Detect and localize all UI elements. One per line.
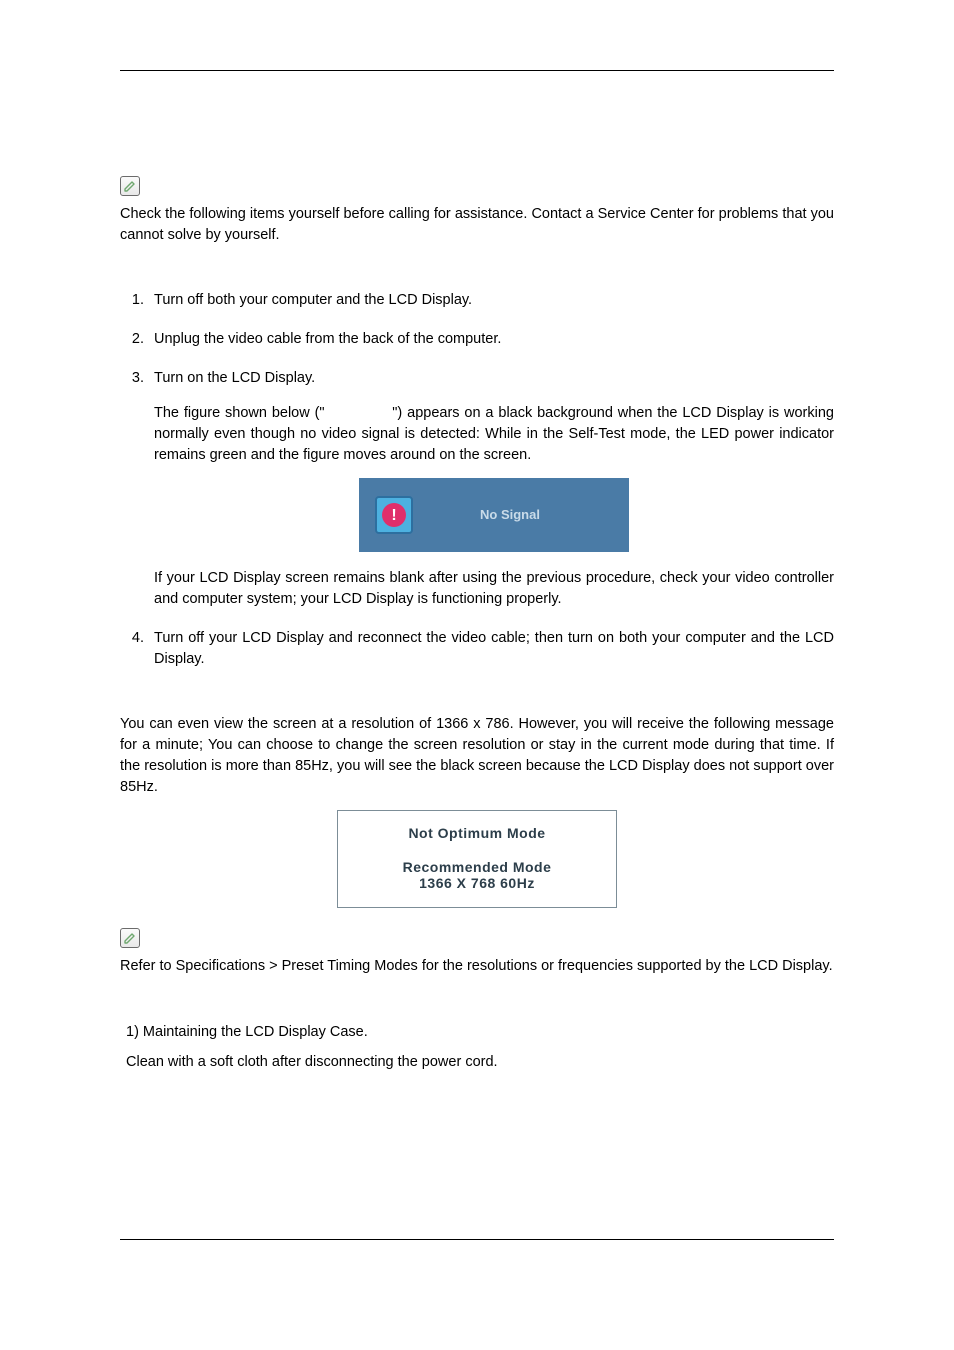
divider-top	[120, 70, 834, 71]
not-optimum-paragraph: You can even view the screen at a resolu…	[120, 714, 834, 798]
alert-icon: !	[382, 503, 406, 527]
section-title-self-test: Self-Test Feature Check	[120, 147, 834, 164]
steps-list: Turn off both your computer and the LCD …	[120, 290, 834, 670]
note-label: Note	[148, 178, 179, 194]
note-icon	[120, 928, 140, 948]
step-3-para1: The figure shown below ("No Signal") app…	[154, 403, 834, 466]
step-1-text: Turn off both your computer and the LCD …	[154, 292, 472, 308]
step-1: Turn off both your computer and the LCD …	[148, 290, 834, 311]
subhead-not-optimum: Not Optimum Mode	[120, 688, 834, 704]
step-3: Turn on the LCD Display. The figure show…	[148, 368, 834, 610]
step-3-para1-a: The figure shown below ("	[154, 405, 325, 421]
step-2: Unplug the video cable from the back of …	[148, 329, 834, 350]
maintenance-item-1: 1) Maintaining the LCD Display Case.	[126, 1024, 834, 1040]
figure-not-optimum: Not Optimum Mode Recommended Mode 1366 X…	[337, 810, 617, 908]
step-3-text: Turn on the LCD Display.	[154, 370, 315, 386]
not-optimum-line2: Recommended Mode	[348, 859, 606, 875]
note-icon	[120, 176, 140, 196]
subhead-self-test-check: Self-Test Feature Check	[120, 264, 834, 280]
section-title-maintenance: Maintenance and Cleaning	[120, 997, 834, 1014]
page-header-right: Troubleshooting	[120, 101, 834, 117]
step-4-text: Turn off your LCD Display and reconnect …	[154, 630, 834, 667]
step-4: Turn off your LCD Display and reconnect …	[148, 628, 834, 670]
note-row-2: Note	[120, 928, 834, 948]
step-2-text: Unplug the video cable from the back of …	[154, 331, 501, 347]
not-optimum-line1: Not Optimum Mode	[348, 825, 606, 841]
step-3-para2: If your LCD Display screen remains blank…	[154, 568, 834, 610]
intro-paragraph: Check the following items yourself befor…	[120, 204, 834, 246]
figure-no-signal: ! No Signal	[359, 478, 629, 552]
step-3-inline-no-signal: No Signal	[325, 405, 393, 421]
no-signal-icon-wrap: !	[375, 496, 413, 534]
note-label-2: Note	[148, 930, 179, 946]
note-row: Note	[120, 176, 834, 196]
not-optimum-line3: 1366 X 768 60Hz	[348, 875, 606, 891]
divider-bottom	[120, 1239, 834, 1240]
no-signal-text: No Signal	[431, 506, 629, 525]
maintenance-body-1: Clean with a soft cloth after disconnect…	[126, 1054, 834, 1070]
not-optimum-note: Refer to Specifications > Preset Timing …	[120, 956, 834, 977]
